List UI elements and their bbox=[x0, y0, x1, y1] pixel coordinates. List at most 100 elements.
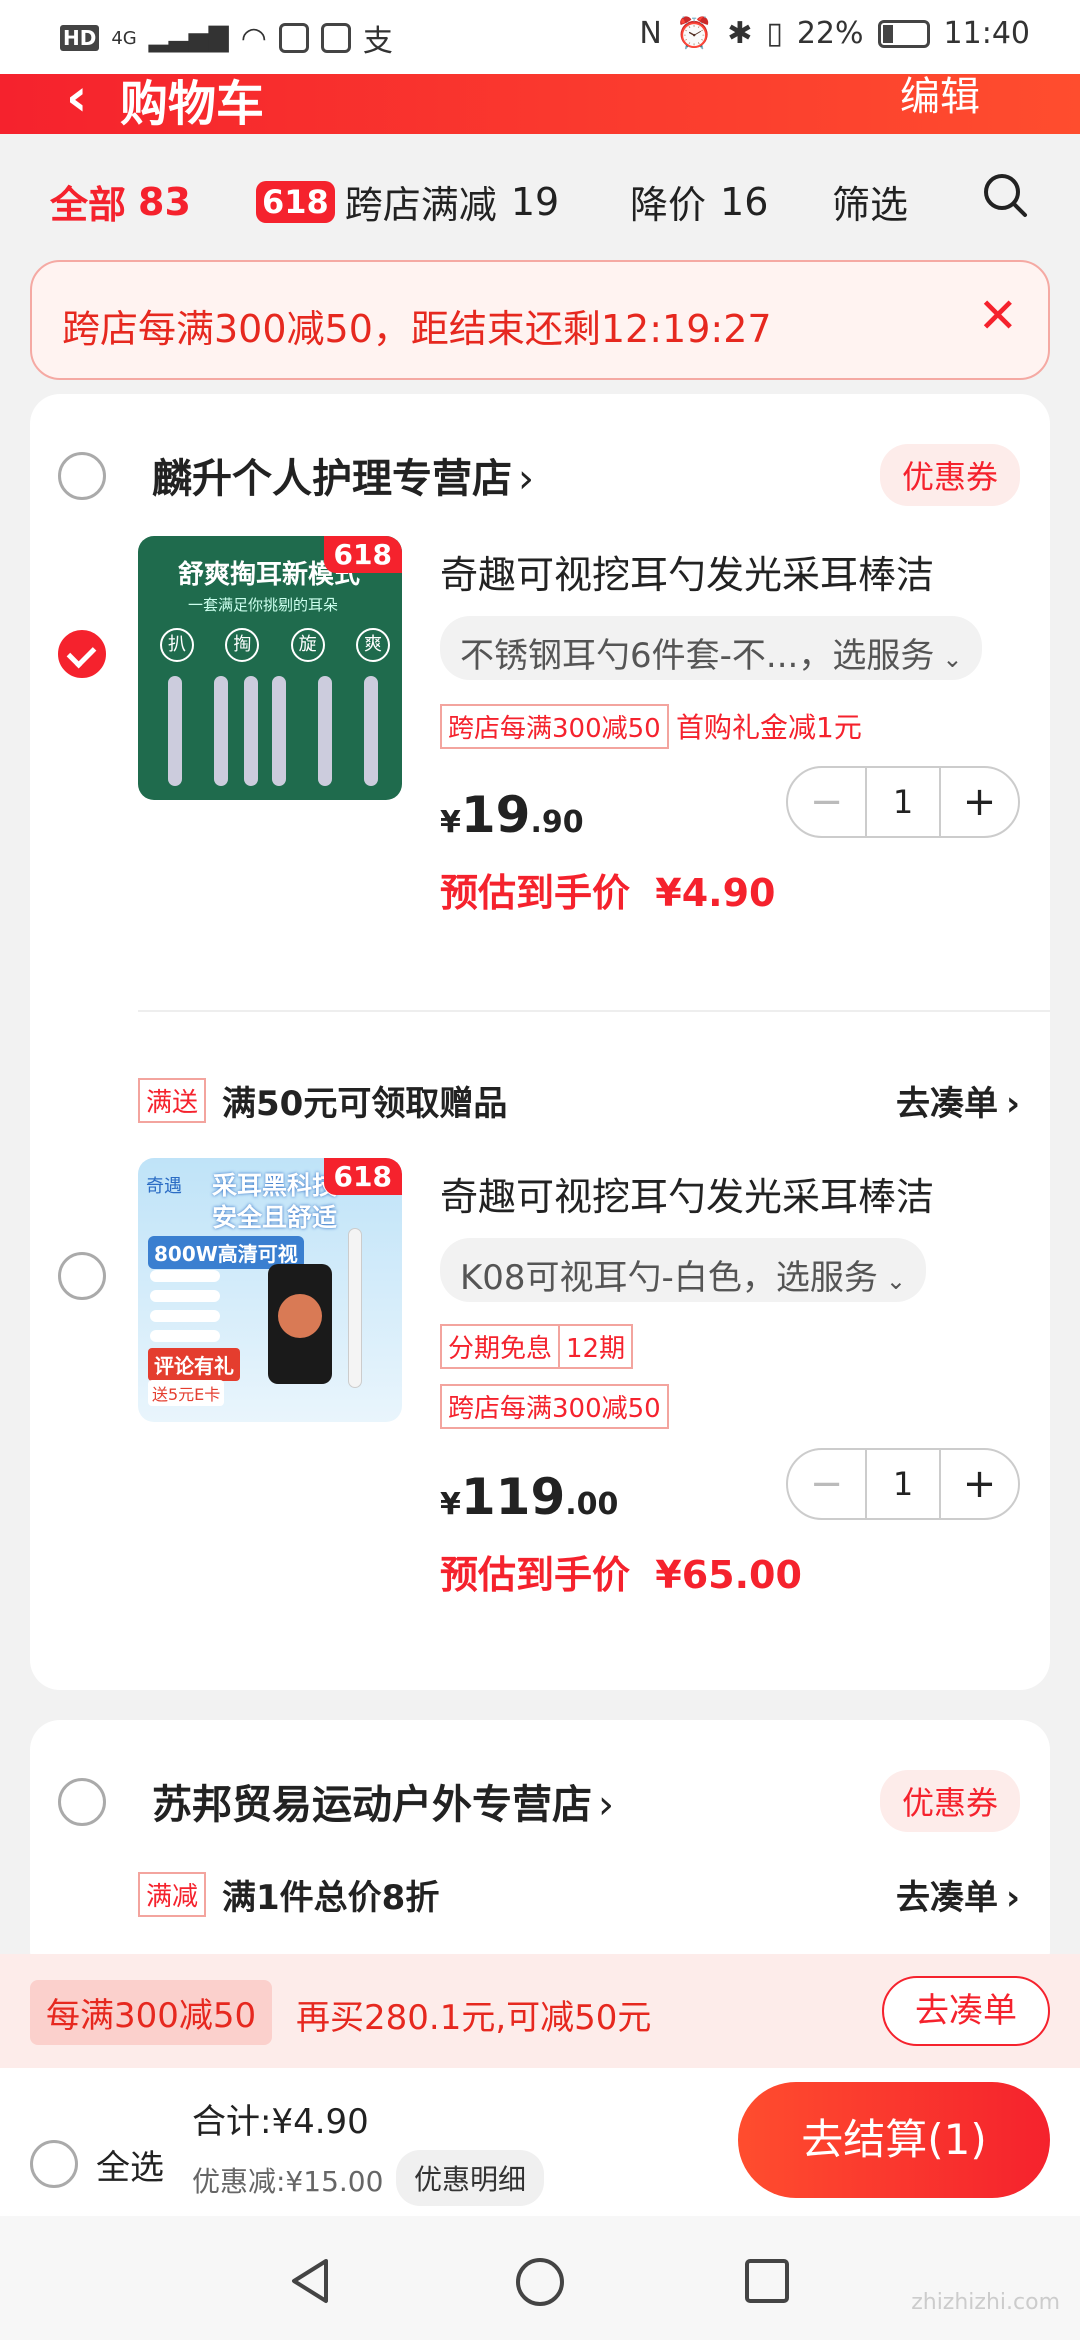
ear-tools-illustration bbox=[168, 676, 378, 786]
price-integer: 19 bbox=[460, 786, 531, 844]
item-checkbox[interactable] bbox=[58, 630, 106, 678]
tab-cross-store-label: 跨店满减 bbox=[344, 183, 497, 227]
item-checkbox[interactable] bbox=[58, 1252, 106, 1300]
estimated-price-label: 预估到手价 bbox=[440, 1553, 631, 1597]
back-nav-icon[interactable] bbox=[286, 2256, 336, 2310]
installment-tag-period: 12期 bbox=[560, 1324, 634, 1369]
tab-price-drop-count: 16 bbox=[720, 179, 769, 224]
feature-list-illustration bbox=[150, 1270, 220, 1342]
coupon-button[interactable]: 优惠券 bbox=[879, 444, 1020, 506]
estimated-price-value: ¥65.00 bbox=[655, 1553, 802, 1597]
product-image[interactable]: 舒爽掏耳新模式 一套满足你挑剔的耳朵 618 扒 掏 旋 爽 bbox=[138, 536, 402, 800]
store-name: 麟升个人护理专营店 bbox=[152, 456, 512, 502]
quantity-value[interactable]: 1 bbox=[865, 1450, 941, 1518]
store-name-link[interactable]: 苏邦贸易运动户外专营店 › bbox=[152, 1772, 614, 1830]
store-checkbox[interactable] bbox=[58, 452, 106, 500]
chevron-right-icon: › bbox=[518, 456, 534, 502]
close-icon[interactable]: ✕ bbox=[978, 288, 1018, 344]
chevron-right-icon: › bbox=[1005, 1878, 1020, 1918]
network-label: 4G bbox=[111, 27, 137, 49]
chevron-right-icon: › bbox=[1005, 1084, 1020, 1124]
system-nav-bar bbox=[0, 2216, 1080, 2340]
coupon-button[interactable]: 优惠券 bbox=[879, 1770, 1020, 1832]
app-icon bbox=[278, 23, 309, 53]
store-name: 苏邦贸易运动户外专营店 bbox=[152, 1782, 592, 1828]
estimated-price-label: 预估到手价 bbox=[440, 871, 631, 915]
edit-button[interactable]: 编辑 bbox=[900, 74, 980, 122]
plus-button[interactable]: + bbox=[941, 1461, 1018, 1507]
product-title[interactable]: 奇趣可视挖耳勺发光采耳棒洁 bbox=[440, 544, 934, 599]
chevron-down-icon: ⌄ bbox=[942, 645, 963, 673]
tab-cross-store[interactable]: 618 跨店满减 19 bbox=[256, 174, 559, 229]
sku-selector[interactable]: K08可视耳勺-白色，选服务 ⌄ bbox=[440, 1238, 926, 1302]
thumb-heading-2: 安全且舒适 bbox=[212, 1203, 338, 1232]
tab-all-count: 83 bbox=[138, 179, 191, 224]
sku-selector[interactable]: 不锈钢耳勺6件套-不...，选服务 ⌄ bbox=[440, 616, 983, 680]
store-checkbox[interactable] bbox=[58, 1778, 106, 1826]
add-more-label: 去凑单 bbox=[895, 1878, 998, 1918]
sku-text: 不锈钢耳勺6件套-不...，选服务 bbox=[460, 636, 935, 676]
select-all-label[interactable]: 全选 bbox=[96, 2140, 164, 2189]
thumb-bottom-label: 评论有礼 bbox=[148, 1348, 240, 1381]
discount-amount: 优惠减:¥15.00 bbox=[192, 2165, 384, 2198]
back-icon[interactable]: ‹ bbox=[66, 74, 87, 128]
promo-bar-label: 每满300减50 bbox=[30, 1980, 273, 2045]
price: ¥119.00 bbox=[440, 1468, 619, 1526]
product-title[interactable]: 奇趣可视挖耳勺发光采耳棒洁 bbox=[440, 1166, 934, 1221]
hd-icon: HD bbox=[60, 25, 100, 51]
618-badge: 618 bbox=[256, 180, 335, 223]
price: ¥19.90 bbox=[440, 786, 584, 844]
add-more-link[interactable]: 去凑单 › bbox=[896, 1870, 1020, 1919]
quantity-value[interactable]: 1 bbox=[865, 768, 941, 836]
installment-tag: 分期免息 12期 bbox=[440, 1324, 634, 1369]
estimated-price-value: ¥4.90 bbox=[655, 871, 776, 915]
tab-price-drop[interactable]: 降价 16 bbox=[630, 174, 768, 229]
add-more-button[interactable]: 去凑单 bbox=[882, 1976, 1050, 2046]
gift-promo-tag: 满送 bbox=[138, 1078, 207, 1123]
tab-all[interactable]: 全部 83 bbox=[50, 174, 191, 229]
add-more-link[interactable]: 去凑单 › bbox=[896, 1076, 1020, 1125]
home-nav-icon[interactable] bbox=[514, 2256, 566, 2312]
gift-promo-text: 满50元可领取赠品 bbox=[222, 1084, 508, 1124]
checkout-button[interactable]: 去结算(1) bbox=[738, 2082, 1050, 2198]
promo-tag: 跨店每满300减50 bbox=[440, 1384, 669, 1429]
thumb-label: 扒 bbox=[160, 628, 194, 662]
signal-icon: ▂▃▅▇ bbox=[148, 23, 229, 53]
installment-tag-label: 分期免息 bbox=[440, 1324, 561, 1369]
thumb-label: 爽 bbox=[355, 628, 390, 662]
thumb-subheading: 一套满足你挑剔的耳朵 bbox=[188, 596, 339, 614]
promo-countdown-banner: 跨店每满300减50，距结束还剩12:19:27 ✕ bbox=[30, 260, 1050, 380]
plus-button[interactable]: + bbox=[941, 779, 1018, 825]
price-decimal: .90 bbox=[530, 805, 584, 840]
thumb-label: 掏 bbox=[225, 628, 260, 662]
store-name-link[interactable]: 麟升个人护理专营店 › bbox=[152, 446, 534, 504]
search-icon[interactable] bbox=[982, 172, 1028, 218]
estimated-price: 预估到手价 ¥65.00 bbox=[440, 1544, 802, 1599]
recents-nav-icon[interactable] bbox=[744, 2258, 790, 2308]
thumb-bottom-label-2: 送5元E卡 bbox=[148, 1380, 225, 1406]
app-icon-2 bbox=[320, 23, 351, 53]
clock: 11:40 bbox=[943, 16, 1030, 51]
select-all-checkbox[interactable] bbox=[30, 2140, 78, 2188]
battery-icon bbox=[877, 19, 930, 48]
quantity-stepper: − 1 + bbox=[786, 766, 1020, 838]
tab-price-drop-label: 降价 bbox=[630, 183, 707, 227]
discount-detail-button[interactable]: 优惠明细 bbox=[396, 2150, 545, 2206]
tab-filter-label: 筛选 bbox=[832, 183, 909, 227]
minus-button[interactable]: − bbox=[788, 779, 865, 825]
sku-text: K08可视耳勺-白色，选服务 bbox=[460, 1258, 878, 1298]
total-amount: 合计:¥4.90 bbox=[192, 2102, 369, 2142]
battery-percent: 22% bbox=[796, 16, 864, 51]
divider bbox=[138, 1010, 1050, 1012]
618-badge: 618 bbox=[323, 536, 402, 573]
chevron-right-icon: › bbox=[598, 1782, 614, 1828]
device-illustration bbox=[348, 1228, 362, 1388]
tab-filter[interactable]: 筛选 bbox=[832, 174, 908, 229]
tab-cross-store-count: 19 bbox=[510, 179, 560, 224]
product-image[interactable]: 奇遇 采耳黑科技 安全且舒适 618 800W高清可视 评论有礼 送5元E卡 bbox=[138, 1158, 402, 1422]
bluetooth-icon: ✱ bbox=[727, 16, 753, 51]
minus-button[interactable]: − bbox=[788, 1461, 865, 1507]
quantity-stepper: − 1 + bbox=[786, 1448, 1020, 1520]
nfc-icon: N bbox=[639, 16, 662, 51]
618-badge: 618 bbox=[323, 1158, 402, 1195]
